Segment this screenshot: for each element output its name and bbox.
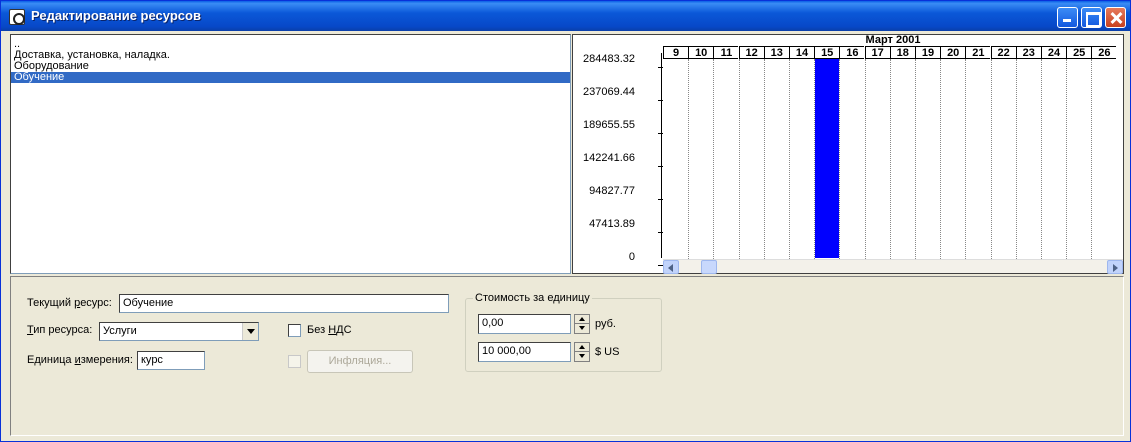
no-vat-checkbox[interactable] [288, 324, 301, 337]
stepper-up-icon[interactable] [575, 315, 589, 324]
grid-line [688, 59, 690, 259]
y-tick-label: 142241.66 [583, 152, 635, 164]
month-label: Март 2001 [865, 35, 921, 46]
day-header: 15 [814, 46, 840, 59]
resource-properties-panel: Текущий ресурс: Обучение Тип ресурса: Ус… [10, 276, 1124, 436]
stepper-down-icon[interactable] [575, 352, 589, 361]
plot-area: Март 2001 9 10 11 12 13 14 15 16 17 18 19 20 21 22 23 2… [663, 35, 1123, 273]
y-tick-label: 94827.77 [589, 185, 635, 197]
cost-rub-stepper[interactable] [574, 314, 590, 334]
stepper-up-icon[interactable] [575, 343, 589, 352]
grid-line [1015, 59, 1017, 259]
grid-line [763, 59, 765, 259]
y-tick-label: 0 [628, 251, 635, 263]
inflation-button[interactable]: Инфляция... [307, 350, 413, 373]
y-tick-label: 47413.89 [589, 218, 635, 230]
grid-line [839, 59, 841, 259]
day-header: 18 [889, 46, 915, 59]
scroll-right-button[interactable] [1107, 260, 1123, 274]
day-header: 26 [1091, 46, 1117, 59]
y-axis: 284483.32 237069.44 189655.55 142241.66 9482… [573, 35, 663, 273]
grid-line [889, 59, 891, 259]
day-header: 13 [763, 46, 789, 59]
grid-line [789, 59, 790, 259]
list-item-delivery[interactable]: Доставка, установка, наладка. [11, 50, 570, 61]
minimize-button[interactable] [1057, 7, 1078, 28]
cost-usd-unit: $ US [595, 346, 620, 358]
resource-type-label: Тип ресурса: [27, 324, 93, 336]
horizontal-scrollbar[interactable] [663, 259, 1123, 274]
cost-rub-unit: руб. [595, 318, 616, 330]
resource-type-select[interactable]: Услуги [99, 322, 259, 341]
day-header: 20 [940, 46, 966, 59]
day-header: 17 [864, 46, 890, 59]
scroll-left-button[interactable] [663, 260, 679, 274]
grid-line [1091, 59, 1093, 259]
close-button[interactable] [1105, 7, 1126, 28]
day-header: 21 [965, 46, 991, 59]
day-header: 22 [990, 46, 1016, 59]
grid-line [940, 59, 942, 259]
grid-line [990, 59, 992, 259]
current-resource-input[interactable]: Обучение [119, 294, 449, 313]
cost-usd-input[interactable]: 10 000,00 [478, 342, 571, 362]
day-header: 10 [688, 46, 714, 59]
y-tick-label: 189655.55 [583, 119, 635, 131]
list-item-equipment[interactable]: Оборудование [11, 61, 570, 72]
cost-rub-input[interactable]: 0,00 [478, 314, 571, 334]
day-header: 12 [738, 46, 764, 59]
maximize-button[interactable] [1081, 7, 1102, 28]
grid-line [1041, 59, 1042, 259]
unit-cost-group-title: Стоимость за единицу [473, 292, 592, 304]
window-title: Редактирование ресурсов [31, 8, 201, 23]
y-tick-label: 284483.32 [583, 53, 635, 65]
resource-chart: 284483.32 237069.44 189655.55 142241.66 9482… [572, 34, 1124, 274]
title-bar[interactable]: Редактирование ресурсов [1, 1, 1130, 31]
inflation-checkbox[interactable] [288, 355, 301, 368]
cost-usd-stepper[interactable] [574, 342, 590, 362]
day-header: 19 [915, 46, 940, 59]
current-resource-label: Текущий ресурс: [27, 297, 112, 309]
list-item-training[interactable]: Обучение [11, 72, 570, 83]
resource-editor-window: Редактирование ресурсов .. Доставка, уст… [0, 0, 1131, 442]
bar [815, 58, 840, 258]
grid-line [915, 59, 916, 259]
resource-type-value: Услуги [103, 325, 137, 337]
day-header: 16 [839, 46, 865, 59]
day-header: 14 [789, 46, 814, 59]
unit-input[interactable]: курс [137, 351, 205, 370]
day-header: 24 [1041, 46, 1066, 59]
day-header: 9 [663, 46, 688, 59]
grid-line [965, 59, 967, 259]
day-header: 23 [1015, 46, 1041, 59]
stepper-down-icon[interactable] [575, 324, 589, 333]
grid-line [713, 59, 715, 259]
no-vat-label: Без НДС [307, 324, 352, 336]
grid-line [1066, 59, 1068, 259]
y-tick-label: 237069.44 [583, 86, 635, 98]
chevron-down-icon[interactable] [242, 323, 258, 340]
grid-line [738, 59, 740, 259]
y-axis-line [661, 53, 662, 258]
unit-label: Единица измерения: [27, 354, 133, 366]
resource-list[interactable]: .. Доставка, установка, наладка. Оборудо… [10, 34, 571, 274]
grid-line [864, 59, 866, 259]
day-header: 25 [1066, 46, 1092, 59]
scroll-thumb[interactable] [701, 260, 717, 274]
day-header: 11 [713, 46, 739, 59]
app-icon [9, 9, 25, 25]
